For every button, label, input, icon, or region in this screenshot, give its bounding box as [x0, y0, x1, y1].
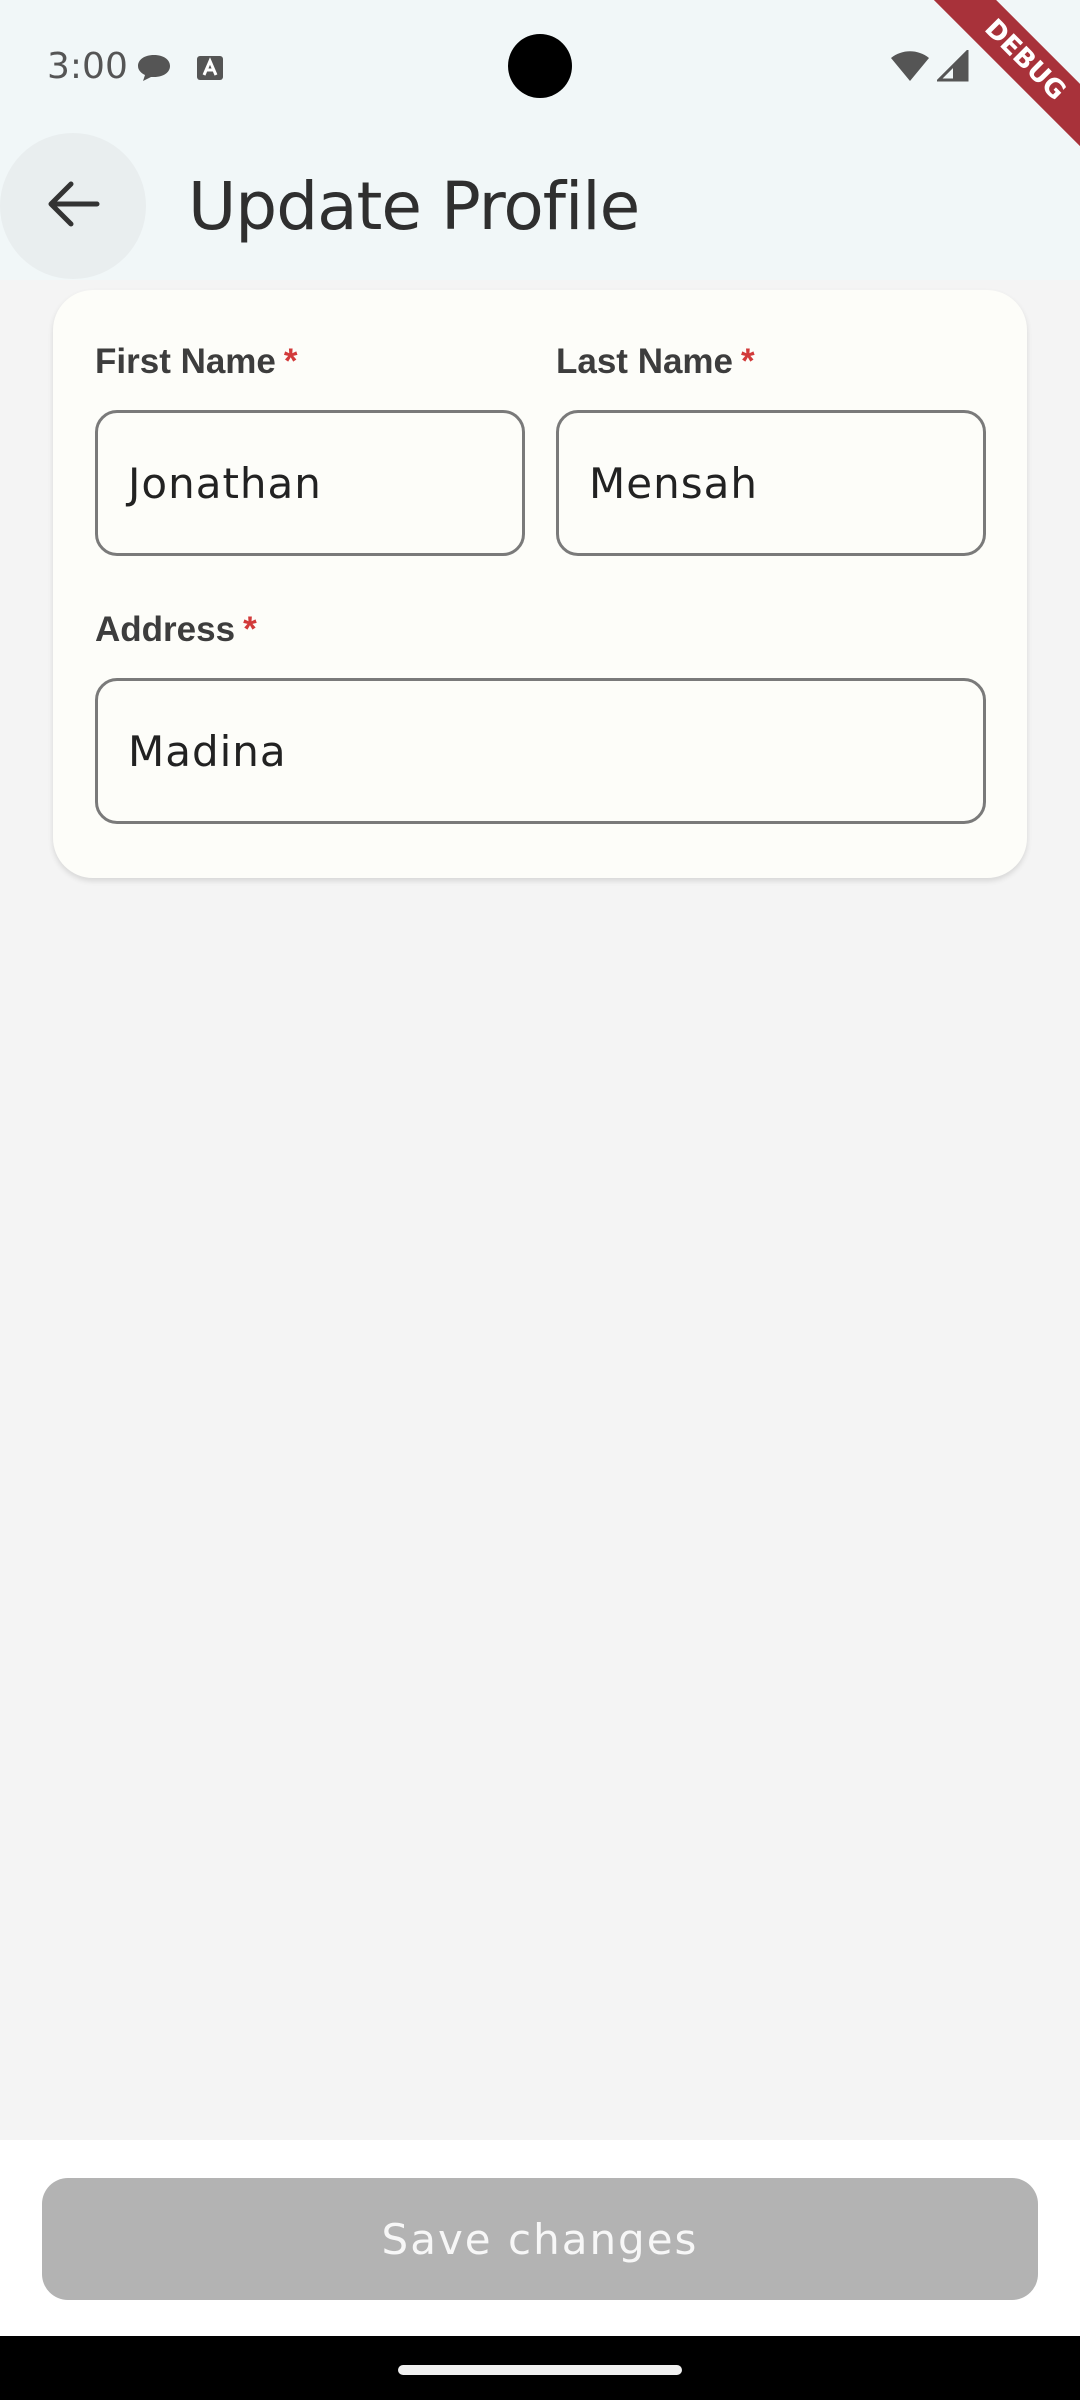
chat-bubble-icon — [136, 52, 172, 89]
address-label-text: Address — [95, 610, 236, 649]
address-value: Madina — [128, 726, 287, 776]
front-camera — [508, 34, 572, 98]
status-bar: 3:00 — [0, 0, 1080, 130]
system-nav-bar — [0, 2336, 1080, 2400]
first-name-label: First Name * — [95, 342, 298, 382]
back-button[interactable] — [0, 133, 146, 279]
required-star: * — [243, 610, 257, 649]
required-star: * — [283, 342, 298, 381]
keyboard-a-icon — [196, 55, 224, 86]
address-label: Address * — [95, 610, 257, 650]
last-name-label-text: Last Name — [556, 342, 734, 381]
profile-form-card: First Name * Jonathan Last Name * Mensah A… — [53, 290, 1027, 878]
status-time: 3:00 — [47, 46, 128, 87]
last-name-value: Mensah — [589, 458, 758, 508]
last-name-label: Last Name * — [556, 342, 755, 382]
first-name-label-text: First Name — [95, 342, 276, 381]
address-input[interactable]: Madina — [95, 678, 986, 824]
last-name-input[interactable]: Mensah — [556, 410, 986, 556]
arrow-left-icon — [45, 180, 101, 233]
wifi-icon — [890, 50, 930, 87]
signal-icon — [935, 48, 969, 87]
first-name-input[interactable]: Jonathan — [95, 410, 525, 556]
home-indicator[interactable] — [398, 2365, 682, 2375]
required-star: * — [741, 342, 755, 381]
page-title: Update Profile — [188, 168, 640, 245]
app-bar: Update Profile — [0, 130, 1080, 280]
save-changes-button[interactable]: Save changes — [42, 2178, 1038, 2300]
first-name-value: Jonathan — [128, 458, 322, 508]
bottom-action-bar: Save changes — [0, 2140, 1080, 2336]
